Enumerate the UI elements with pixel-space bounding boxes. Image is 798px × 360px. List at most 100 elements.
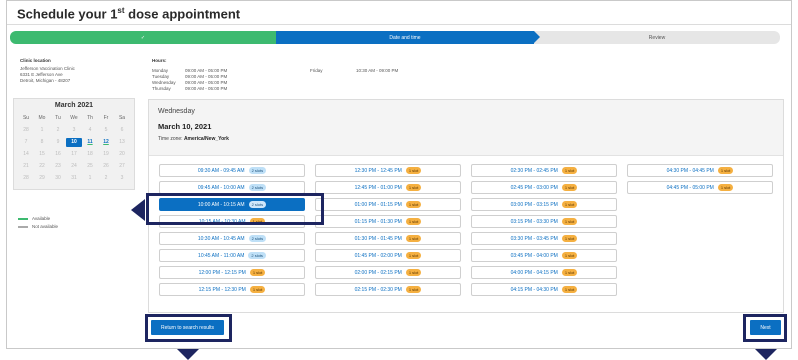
time-slot-label: 02:45 PM - 03:00 PM	[510, 184, 558, 191]
hours-day: Thursday	[152, 86, 171, 91]
hours-day: Monday	[152, 68, 169, 73]
calendar-day: 27	[119, 163, 125, 169]
time-slot-label: 03:30 PM - 03:45 PM	[510, 235, 558, 242]
time-slot-label: 03:15 PM - 03:30 PM	[510, 218, 558, 225]
calendar-day: 17	[71, 151, 77, 157]
calendar-month: March 2021	[54, 102, 94, 109]
time-slot[interactable]: 02:00 PM - 02:15 PM 1 slot	[315, 266, 461, 279]
slot-count-badge: 1 slot	[249, 269, 266, 276]
calendar-day: 26	[103, 163, 109, 169]
slot-count-badge: 1 slot	[405, 184, 422, 191]
calendar-day[interactable]: 11	[82, 138, 98, 147]
legend-not-available-label: Not available	[32, 224, 59, 229]
time-slot[interactable]: 01:15 PM - 01:30 PM 1 slot	[315, 215, 461, 228]
time-slot[interactable]: 04:00 PM - 04:15 PM 1 slot	[471, 266, 617, 279]
slot-count-badge: 2 slots	[248, 252, 266, 259]
calendar-day: 2	[56, 127, 60, 133]
time-slot-label: 02:30 PM - 02:45 PM	[510, 167, 558, 174]
slot-count-badge: 1 slot	[561, 167, 578, 174]
callout-arrow-down	[177, 349, 199, 360]
time-slot[interactable]: 03:15 PM - 03:30 PM 1 slot	[471, 215, 617, 228]
time-slot-label: 10:30 AM - 10:45 AM	[197, 235, 245, 242]
calendar-day[interactable]: 10	[66, 138, 82, 147]
hours-time: 10:30 AM - 09:00 PM	[356, 68, 399, 73]
calendar-day: 14	[23, 151, 29, 157]
callout-box-return	[145, 314, 232, 342]
time-slot[interactable]: 04:45 PM - 05:00 PM 1 slot	[627, 181, 773, 194]
calendar-weekday: Su	[22, 115, 30, 121]
calendar-day: 3	[72, 127, 76, 133]
time-slot[interactable]: 02:15 PM - 02:30 PM 1 slot	[315, 283, 461, 296]
time-slot[interactable]: 10:45 AM - 11:00 AM 2 slots	[159, 249, 305, 262]
time-slot-label: 01:15 PM - 01:30 PM	[354, 218, 402, 225]
time-slot[interactable]: 01:30 PM - 01:45 PM 1 slot	[315, 232, 461, 245]
slot-count-badge: 2 slots	[248, 235, 267, 242]
calendar-weekday: Mo	[38, 115, 46, 121]
time-slot[interactable]: 10:30 AM - 10:45 AM 2 slots	[159, 232, 305, 245]
slot-count-badge: 2 slots	[248, 167, 267, 174]
legend-available-swatch	[18, 218, 28, 220]
time-slot[interactable]: 12:30 PM - 12:45 PM 1 slot	[315, 164, 461, 177]
calendar-day: 28	[23, 175, 29, 181]
time-slot[interactable]: 01:00 PM - 01:15 PM 1 slot	[315, 198, 461, 211]
calendar-day: 5	[104, 127, 108, 133]
slot-count-badge: 1 slot	[561, 269, 578, 276]
time-slot[interactable]: 12:00 PM - 12:15 PM 1 slot	[159, 266, 305, 279]
time-slot-label: 09:30 AM - 09:45 AM	[197, 167, 245, 174]
legend-available-label: Available	[32, 216, 51, 221]
hours-time: 09:00 AM - 05:00 PM	[185, 80, 228, 85]
calendar-weekday: We	[70, 115, 78, 121]
hours-day: Friday	[310, 68, 323, 73]
hours-time: 09:00 AM - 05:00 PM	[185, 86, 228, 91]
calendar-day: 28	[23, 127, 29, 133]
calendar-day: 6	[120, 127, 124, 133]
progress-step-label: Date and time	[389, 34, 421, 41]
hours-day: Tuesday	[152, 74, 170, 79]
time-slot-label: 10:45 AM - 11:00 AM	[198, 252, 245, 259]
time-slot[interactable]: 01:45 PM - 02:00 PM 1 slot	[315, 249, 461, 262]
slot-count-badge: 1 slot	[405, 252, 422, 259]
hours-day: Wednesday	[152, 80, 176, 85]
time-slot[interactable]: 04:15 PM - 04:30 PM 1 slot	[471, 283, 617, 296]
calendar-day: 8	[40, 139, 44, 145]
time-slot[interactable]: 09:30 AM - 09:45 AM 2 slots	[159, 164, 305, 177]
time-slot[interactable]: 03:00 PM - 03:15 PM 1 slot	[471, 198, 617, 211]
time-slot[interactable]: 03:45 PM - 04:00 PM 1 slot	[471, 249, 617, 262]
calendar-day: 1	[88, 175, 92, 181]
time-slot-label: 12:00 PM - 12:15 PM	[198, 269, 246, 276]
calendar-day[interactable]: 12	[98, 138, 114, 147]
calendar-day: 21	[23, 163, 29, 169]
slot-count-badge: 1 slot	[249, 286, 266, 293]
calendar-day: 9	[56, 139, 60, 145]
slot-count-badge: 1 slot	[405, 201, 422, 208]
progress-step-label: Review	[648, 34, 666, 41]
calendar-weekday: Tu	[55, 115, 61, 121]
selected-date-header: Wednesday March 10, 2021 Time zone: Amer…	[149, 100, 783, 156]
slot-count-badge: 1 slot	[405, 218, 422, 225]
time-slot[interactable]: 02:45 PM - 03:00 PM 1 slot	[471, 181, 617, 194]
time-slot[interactable]: 12:15 PM - 12:30 PM 1 slot	[159, 283, 305, 296]
progress-step-review: Review	[534, 31, 780, 44]
calendar-weekday: Sa	[118, 115, 126, 121]
selected-weekday: Wednesday	[158, 108, 195, 115]
time-slot[interactable]: 03:30 PM - 03:45 PM 1 slot	[471, 232, 617, 245]
time-slot[interactable]: 02:30 PM - 02:45 PM 1 slot	[471, 164, 617, 177]
hours-time: 09:00 AM - 05:00 PM	[185, 68, 228, 73]
calendar-day: 2	[104, 175, 108, 181]
calendar-day: 24	[71, 163, 77, 169]
callout-box-selected-slot	[146, 193, 324, 225]
progress-step-date-time: Date and time	[276, 31, 540, 44]
time-slot-label: 01:00 PM - 01:15 PM	[354, 201, 402, 208]
time-slot[interactable]: 04:30 PM - 04:45 PM 1 slot	[627, 164, 773, 177]
time-slot[interactable]: 12:45 PM - 01:00 PM 1 slot	[315, 181, 461, 194]
callout-arrow-left	[131, 199, 145, 221]
time-slot-label: 03:00 PM - 03:15 PM	[510, 201, 558, 208]
time-slot-label: 01:45 PM - 02:00 PM	[354, 252, 402, 259]
time-slot-label: 04:30 PM - 04:45 PM	[666, 167, 714, 174]
calendar-weekday: Fr	[103, 115, 109, 121]
time-slot-label: 12:15 PM - 12:30 PM	[198, 286, 246, 293]
time-slot-label: 01:30 PM - 01:45 PM	[354, 235, 402, 242]
slot-count-badge: 1 slot	[405, 269, 422, 276]
calendar-day: 20	[119, 151, 125, 157]
calendar-day: 4	[88, 127, 92, 133]
